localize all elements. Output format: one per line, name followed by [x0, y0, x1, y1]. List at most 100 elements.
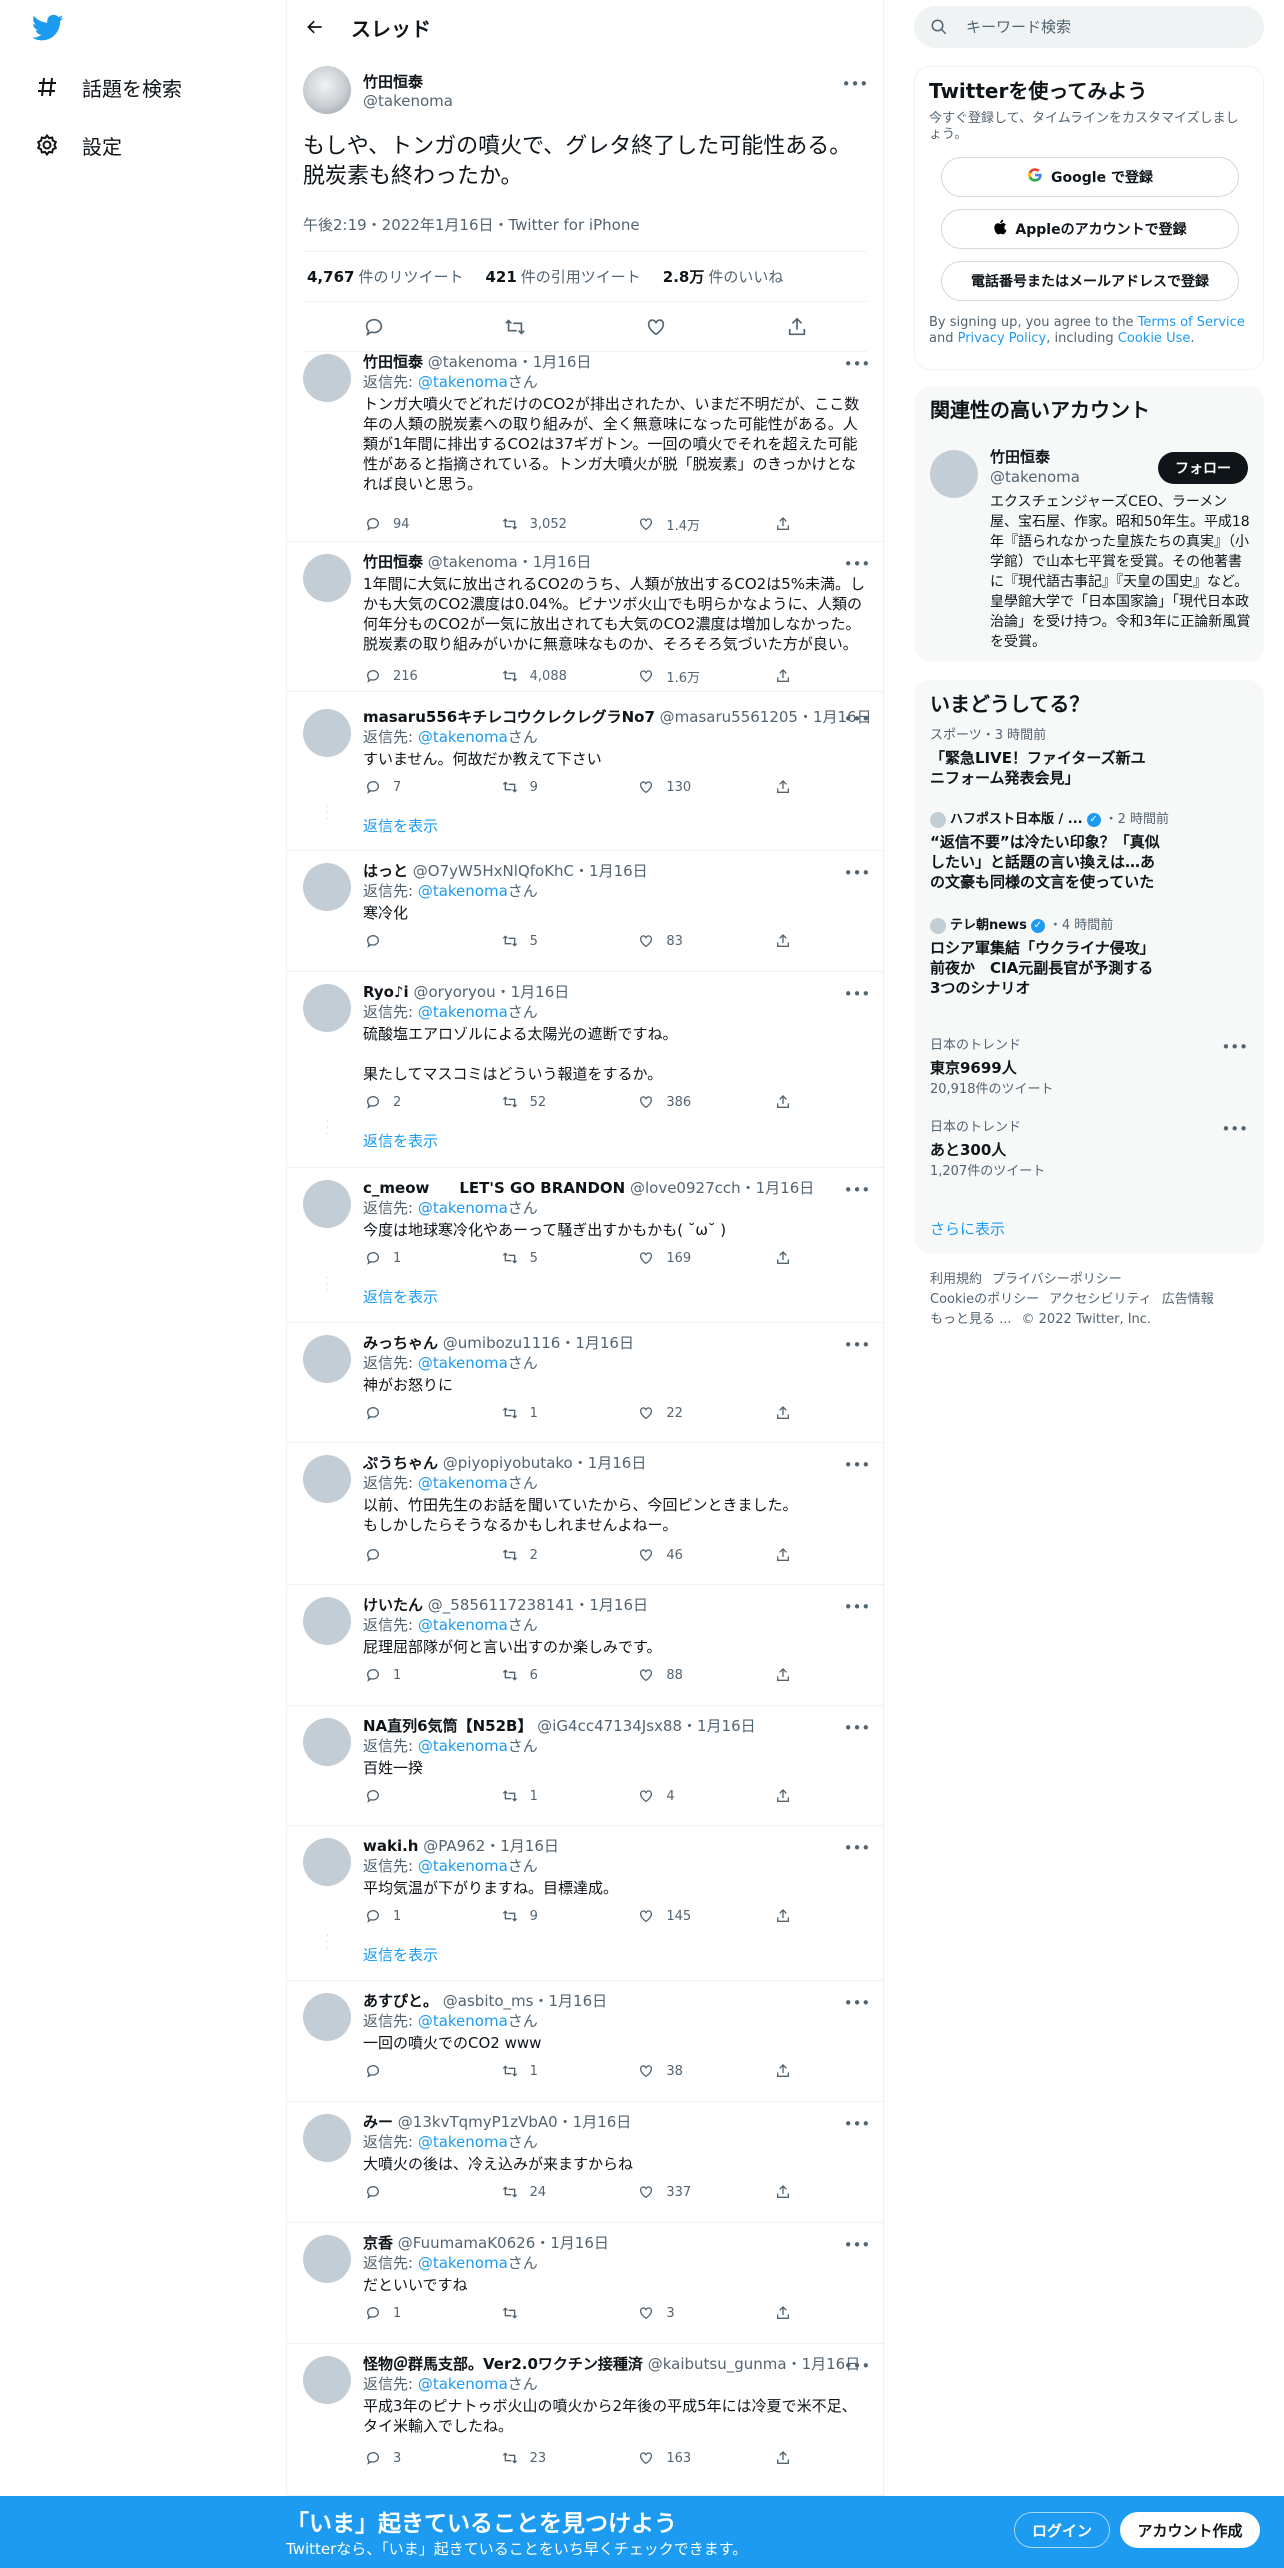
reply-author-name[interactable]: けいたん — [363, 1596, 423, 1614]
reply-author-handle[interactable]: @takenoma — [428, 353, 518, 371]
avatar[interactable] — [303, 1718, 351, 1766]
cookie-link[interactable]: Cookie Use — [1118, 331, 1191, 346]
more-icon[interactable]: ••• — [842, 72, 869, 96]
show-replies-link[interactable]: 返信を表示 — [363, 1944, 438, 1965]
like-count[interactable]: 2.8万 件のいいね — [663, 266, 784, 287]
more-icon[interactable]: ••• — [844, 1595, 871, 1619]
share-action[interactable] — [773, 2303, 803, 2323]
share-action[interactable] — [773, 1545, 803, 1565]
reply-to-link[interactable]: @takenoma — [418, 2254, 508, 2272]
trend-item[interactable]: 日本のトレンド あと300人 1,207件のツイート ••• — [930, 1120, 1248, 1180]
reply-author-name[interactable]: みっちゃん — [363, 1334, 438, 1352]
reply-author-name[interactable]: waki.h — [363, 1837, 418, 1855]
reply-tweet[interactable]: Ryo♪i @oryoryou・1月16日 ••• 返信先: @takenoma… — [287, 972, 885, 1168]
reply-tweet[interactable]: 京香 @FuumamaK0626・1月16日 ••• 返信先: @takenom… — [287, 2223, 885, 2344]
reply-date[interactable]: ・1月16日 — [560, 1334, 634, 1352]
reply-action[interactable] — [363, 1786, 463, 1806]
reply-to-link[interactable]: @takenoma — [418, 2012, 508, 2030]
more-icon[interactable]: ••• — [844, 552, 871, 576]
reply-tweet[interactable]: masaru556キチレコウクレクレグラNo7 @masaru5561205・1… — [287, 697, 885, 851]
share-icon[interactable] — [783, 313, 811, 341]
reply-to-link[interactable]: @takenoma — [418, 882, 508, 900]
avatar[interactable] — [303, 554, 351, 602]
avatar[interactable] — [303, 1335, 351, 1383]
reply-to-link[interactable]: @takenoma — [418, 1003, 508, 1021]
reply-author-handle[interactable]: @piyopiyobutako — [443, 1454, 573, 1472]
reply-to-link[interactable]: @takenoma — [418, 1737, 508, 1755]
reply-to-link[interactable]: @takenoma — [418, 2375, 508, 2393]
reply-author-name[interactable]: はっと — [363, 862, 408, 880]
share-action[interactable] — [773, 1906, 803, 1926]
footer-more-link[interactable]: もっと見る ... — [930, 1312, 1012, 1327]
reply-action[interactable] — [363, 1403, 463, 1423]
related-user-handle[interactable]: @takenoma — [990, 468, 1080, 486]
show-replies-link[interactable]: 返信を表示 — [363, 1286, 438, 1307]
more-icon[interactable]: ••• — [844, 707, 871, 731]
more-icon[interactable]: ••• — [844, 1716, 871, 1740]
reply-author-name[interactable]: NA直列6気筒【N52B】 — [363, 1717, 532, 1735]
reply-date[interactable]: ・1月16日 — [533, 1992, 607, 2010]
footer-cookie-link[interactable]: Cookieのポリシー — [930, 1292, 1039, 1307]
reply-author-name[interactable]: ぷうちゃん — [363, 1454, 438, 1472]
like-icon[interactable] — [642, 313, 670, 341]
like-action[interactable]: 337 — [636, 2182, 736, 2202]
like-action[interactable]: 1.6万 — [636, 666, 736, 686]
retweet-action[interactable]: 24 — [500, 2182, 600, 2202]
retweet-action[interactable]: 52 — [500, 1092, 600, 1112]
reply-date[interactable]: ・1月16日 — [574, 862, 648, 880]
reply-author-handle[interactable]: @kaibutsu_gunma — [648, 2355, 787, 2373]
reply-to-link[interactable]: @takenoma — [418, 1474, 508, 1492]
avatar[interactable] — [303, 1838, 351, 1886]
reply-tweet[interactable]: waki.h @PA962・1月16日 ••• 返信先: @takenomaさん… — [287, 1826, 885, 1981]
like-action[interactable]: 3 — [636, 2303, 736, 2323]
avatar[interactable] — [303, 1180, 351, 1228]
reply-action[interactable] — [363, 1545, 463, 1565]
avatar[interactable] — [303, 863, 351, 911]
reply-tweet[interactable]: みっちゃん @umibozu1116・1月16日 ••• 返信先: @taken… — [287, 1323, 885, 1443]
more-icon[interactable]: ••• — [1221, 1038, 1248, 1056]
avatar[interactable] — [303, 1993, 351, 2041]
avatar[interactable] — [303, 2356, 351, 2404]
reply-tweet[interactable]: NA直列6気筒【N52B】 @iG4cc47134Jsx88・1月16日 •••… — [287, 1706, 885, 1826]
like-action[interactable]: 4 — [636, 1786, 736, 1806]
share-action[interactable] — [773, 1248, 803, 1268]
avatar[interactable] — [303, 66, 351, 114]
reply-action[interactable]: 2 — [363, 1092, 463, 1112]
reply-date[interactable]: ・1月16日 — [518, 353, 592, 371]
retweet-action[interactable]: 2 — [500, 1545, 600, 1565]
show-replies-link[interactable]: 返信を表示 — [363, 815, 438, 836]
reply-action[interactable]: 7 — [363, 777, 463, 797]
reply-action[interactable]: 216 — [363, 666, 463, 686]
reply-tweet[interactable]: けいたん @_5856117238141・1月16日 ••• 返信先: @tak… — [287, 1585, 885, 1706]
reply-date[interactable]: ・1月16日 — [574, 1596, 648, 1614]
reply-to-link[interactable]: @takenoma — [418, 1857, 508, 1875]
reply-action[interactable] — [363, 2182, 463, 2202]
retweet-action[interactable]: 1 — [500, 1403, 600, 1423]
reply-author-handle[interactable]: @FuumamaK0626 — [398, 2234, 535, 2252]
trend-item[interactable]: スポーツ・3 時間前 「緊急LIVE！ファイターズ新ユニフォーム発表会見」 — [930, 728, 1248, 788]
like-action[interactable]: 83 — [636, 931, 736, 951]
share-action[interactable] — [773, 2061, 803, 2081]
login-button[interactable]: ログイン — [1014, 2512, 1110, 2548]
retweet-count[interactable]: 4,767 件のリツイート — [307, 266, 463, 287]
reply-date[interactable]: ・1月16日 — [485, 1837, 559, 1855]
avatar[interactable] — [303, 1597, 351, 1645]
retweet-action[interactable]: 23 — [500, 2448, 600, 2468]
reply-author-handle[interactable]: @asbito_ms — [443, 1992, 534, 2010]
create-account-button[interactable]: アカウント作成 — [1120, 2512, 1260, 2548]
reply-tweet[interactable]: あすぴと。 @asbito_ms・1月16日 ••• 返信先: @takenom… — [287, 1981, 885, 2102]
footer-accessibility-link[interactable]: アクセシビリティ — [1049, 1292, 1152, 1307]
retweet-action[interactable] — [500, 2303, 600, 2323]
more-icon[interactable]: ••• — [844, 982, 871, 1006]
quote-count[interactable]: 421 件の引用ツイート — [485, 266, 640, 287]
reply-date[interactable]: ・1月16日 — [518, 553, 592, 571]
reply-author-name[interactable]: あすぴと。 — [363, 1992, 438, 2010]
show-replies-link[interactable]: 返信を表示 — [363, 1130, 438, 1151]
reply-tweet[interactable]: みー @13kvTqmyP1zVbA0・1月16日 ••• 返信先: @take… — [287, 2102, 885, 2223]
author-name[interactable]: 竹田恒泰 — [363, 71, 453, 92]
trend-item[interactable]: テレ朝news ✓ ・4 時間前 ロシア軍集結「ウクライナ侵攻」前夜か CIA元副… — [930, 918, 1248, 998]
reply-action[interactable] — [363, 931, 463, 951]
twitter-logo-icon[interactable] — [31, 14, 64, 42]
retweet-action[interactable]: 1 — [500, 2061, 600, 2081]
reply-to-link[interactable]: @takenoma — [418, 1199, 508, 1217]
